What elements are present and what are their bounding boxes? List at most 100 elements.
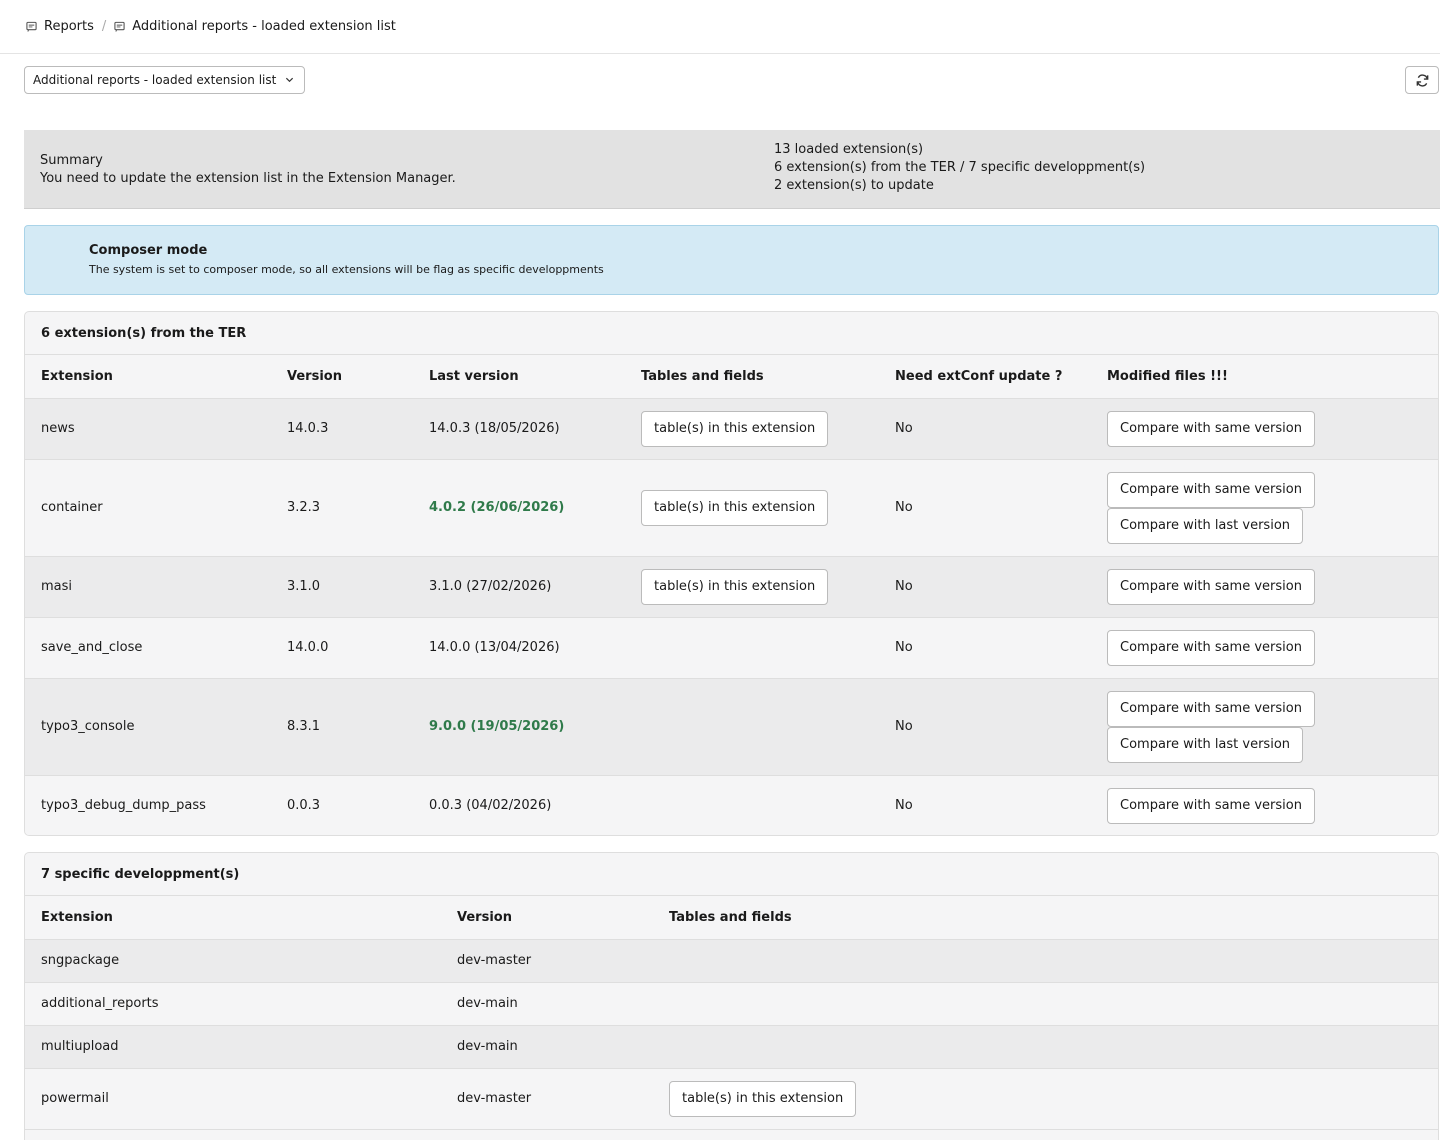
summary-loaded-count: 13 loaded extension(s) (774, 142, 924, 157)
table-row: typo3_console 8.3.1 9.0.0 (19/05/2026) No Co… (25, 678, 1438, 776)
extension: multiupload (41, 1039, 119, 1054)
version-cell: dev-main (441, 982, 653, 1026)
summary-message: You need to update the extension list in… (40, 171, 456, 186)
table-row: news 14.0.3 14.0.3 (18/05/2026) table(s) in… (25, 398, 1438, 460)
extension-version: 14.0.0 (287, 640, 329, 655)
report-icon (114, 21, 125, 32)
extension-version: 3.2.3 (287, 500, 321, 515)
version-cell: 0.0.3 (271, 775, 413, 835)
version-cell: 8.3.1 (271, 678, 413, 776)
table-header-row: Extension Version Tables and fields (25, 896, 1438, 940)
extension: additional_reports (41, 996, 159, 1011)
extension-name: masi (41, 579, 73, 594)
version-cell: 14.0.0 (271, 617, 413, 679)
summary-split-count: 6 extension(s) from the TER / 7 specific… (774, 160, 1146, 175)
version: dev-master (457, 1091, 532, 1106)
tables-cell (625, 775, 879, 835)
ter-extensions-panel: 6 extension(s) from the TER Extension Ve… (24, 311, 1439, 836)
table-row: typo3_debug_dump_pass 0.0.3 0.0.3 (04/02/2… (25, 775, 1438, 835)
last-version: 4.0.2 (26/06/2026) (429, 500, 565, 515)
refresh-button[interactable] (1405, 66, 1439, 94)
column-header: Tables and fields (653, 896, 1438, 940)
modified-files-cell: Compare with same version (1091, 398, 1438, 460)
column-header: Need extConf update ? (879, 355, 1091, 399)
table-row: powermail dev-master table(s) in this exte… (25, 1068, 1438, 1130)
summary-update-count: 2 extension(s) to update (774, 178, 934, 193)
specific-developments-panel: 7 specific developpment(s) Extension Ver… (24, 852, 1439, 1140)
tables-in-extension-button[interactable]: table(s) in this extension (669, 1080, 857, 1117)
version-cell: 3.1.0 (271, 556, 413, 618)
extconf-cell: No (879, 617, 1091, 679)
compare-same-version-button[interactable]: Compare with same version (1107, 629, 1315, 666)
last-version-cell: 9.0.0 (19/05/2026) (413, 678, 625, 776)
compare-same-version-button[interactable]: Compare with same version (1107, 410, 1315, 447)
last-version-cell: 3.1.0 (27/02/2026) (413, 556, 625, 618)
table-header-row: Extension Version Last version Tables an… (25, 355, 1438, 399)
last-version: 14.0.0 (13/04/2026) (429, 640, 560, 655)
extconf-cell: No (879, 398, 1091, 460)
extension-version: 14.0.3 (287, 421, 329, 436)
version-cell: dev-main (441, 1025, 653, 1069)
extconf-value: No (895, 798, 913, 813)
last-version-cell: 14.0.0 (13/04/2026) (413, 617, 625, 679)
extension-cell: news (25, 398, 271, 460)
column-header: Extension (25, 896, 441, 940)
dev-panel-title: 7 specific developpment(s) (25, 853, 1438, 896)
version-cell: 14.0.3 (271, 398, 413, 460)
chevron-down-icon (286, 77, 294, 83)
refresh-icon (1416, 73, 1428, 87)
extension-cell: sngpackage (25, 939, 441, 983)
report-select-value: Additional reports - loaded extension li… (33, 73, 277, 87)
column-header: Last version (413, 355, 625, 399)
last-version: 14.0.3 (18/05/2026) (429, 421, 560, 436)
tables-cell: table(s) in this extension (625, 398, 879, 460)
extconf-value: No (895, 421, 913, 436)
table-row: masi 3.1.0 3.1.0 (27/02/2026) table(s) in t… (25, 556, 1438, 618)
column-header: Modified files !!! (1091, 355, 1438, 399)
extension-cell: typo3_console (25, 678, 271, 776)
compare-last-version-button[interactable]: Compare with last version (1107, 507, 1304, 544)
table-row: save_and_close 14.0.0 14.0.0 (13/04/2026) N… (25, 617, 1438, 679)
ter-extensions-table: Extension Version Last version Tables an… (25, 355, 1438, 835)
callout-message: The system is set to composer mode, so a… (89, 263, 604, 276)
version-cell: dev-master (441, 939, 653, 983)
compare-same-version-button[interactable]: Compare with same version (1107, 568, 1315, 605)
compare-same-version-button[interactable]: Compare with same version (1107, 787, 1315, 824)
extension-cell: masi (25, 556, 271, 618)
tables-cell (625, 678, 879, 776)
column-header: Extension (25, 355, 271, 399)
last-version-cell: 4.0.2 (26/06/2026) (413, 459, 625, 557)
summary-box: Summary You need to update the extension… (24, 130, 1440, 209)
tables-in-extension-button[interactable]: table(s) in this extension (641, 568, 829, 605)
tables-cell (625, 617, 879, 679)
tables-in-extension-button[interactable]: table(s) in this extension (641, 410, 829, 447)
summary-title: Summary (40, 153, 103, 168)
extension-cell: multiupload (25, 1025, 441, 1069)
extension-cell: additional_reports (25, 982, 441, 1026)
extension-name: typo3_debug_dump_pass (41, 798, 206, 813)
last-version-cell: 0.0.3 (04/02/2026) (413, 775, 625, 835)
compare-same-version-button[interactable]: Compare with same version (1107, 471, 1315, 508)
extension-name: save_and_close (41, 640, 143, 655)
modified-files-cell: Compare with same version (1091, 556, 1438, 618)
extconf-cell: No (879, 556, 1091, 618)
extconf-cell: No (879, 678, 1091, 776)
table-row: multiupload dev-main (25, 1025, 1438, 1069)
breadcrumb-item-reports[interactable]: Reports (44, 19, 94, 34)
column-header: Version (271, 355, 413, 399)
breadcrumb-item-current[interactable]: Additional reports - loaded extension li… (132, 19, 396, 34)
tables-in-extension-button[interactable]: table(s) in this extension (641, 489, 829, 526)
extconf-value: No (895, 719, 913, 734)
compare-last-version-button[interactable]: Compare with last version (1107, 726, 1304, 763)
extconf-cell: No (879, 775, 1091, 835)
extension-version: 3.1.0 (287, 579, 321, 594)
extension-cell: typo3_debug_dump_pass (25, 775, 271, 835)
composer-mode-callout: Composer mode The system is set to compo… (24, 225, 1439, 295)
version-cell: dev-master (441, 1068, 653, 1130)
compare-same-version-button[interactable]: Compare with same version (1107, 690, 1315, 727)
report-select[interactable]: Additional reports - loaded extension li… (24, 66, 306, 94)
last-version-cell: 14.0.3 (18/05/2026) (413, 398, 625, 460)
table-row: sngpackage dev-master (25, 939, 1438, 983)
extconf-value: No (895, 579, 913, 594)
tables-cell (653, 1025, 1438, 1069)
